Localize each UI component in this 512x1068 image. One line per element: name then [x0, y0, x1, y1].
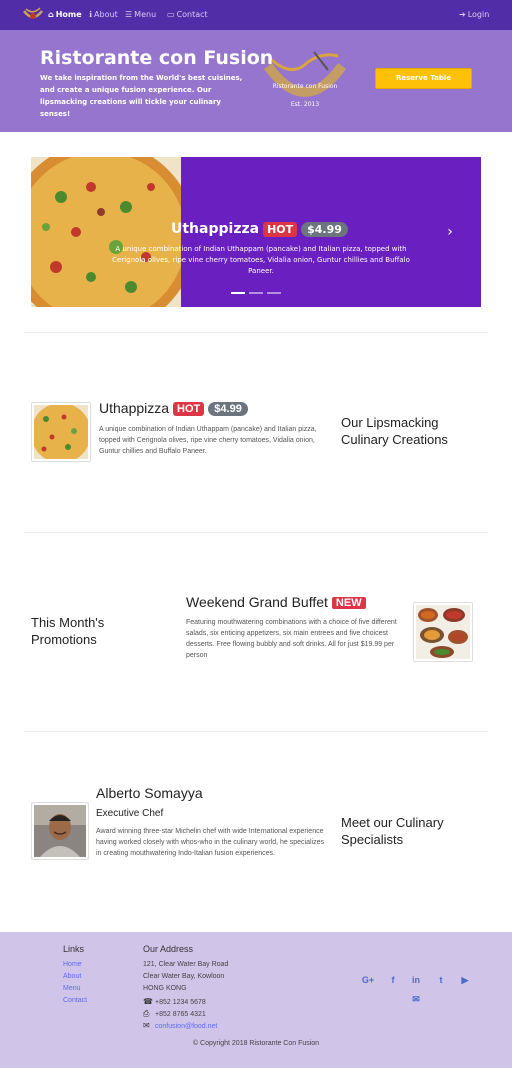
list-icon: ☰: [125, 10, 133, 19]
facebook-icon[interactable]: f: [386, 973, 400, 987]
dish-description: A unique combination of Indian Uthappam …: [99, 426, 317, 455]
sign-in-icon: ➔: [459, 10, 466, 19]
promotion-description: Featuring mouthwatering combinations wit…: [186, 619, 397, 659]
carousel-indicator-3[interactable]: [267, 292, 281, 294]
carousel-indicator-2[interactable]: [249, 292, 263, 294]
chef-description: Award winning three-star Michelin chef w…: [96, 828, 324, 857]
copyright: © Copyright 2018 Ristorante Con Fusion: [192, 1040, 320, 1047]
promotion-title: Weekend Grand Buffet NEW: [186, 594, 366, 610]
youtube-icon[interactable]: ▶: [458, 973, 472, 987]
page-title: Ristorante con Fusion: [40, 47, 274, 69]
restaurant-emblem: Ristorante con Fusion Est. 2013: [263, 51, 347, 108]
dish-title: Uthappizza HOT $4.99: [99, 400, 248, 417]
footer: Links Home About Menu Contact Our Addres…: [0, 932, 512, 1068]
chef-thumbnail: [31, 802, 89, 860]
carousel[interactable]: Uthappizza HOT $4.99 A unique combination …: [31, 157, 481, 307]
footer-email: ✉ confusion@food.net: [143, 1021, 217, 1030]
footer-link-menu[interactable]: Menu: [63, 985, 81, 992]
google-plus-icon[interactable]: G+: [361, 973, 375, 987]
chevron-right-icon[interactable]: ›: [443, 223, 457, 241]
buffet-thumbnail: [413, 602, 473, 662]
envelope-icon: ✉: [143, 1021, 150, 1030]
footer-address-heading: Our Address: [143, 944, 194, 954]
emblem-name: Ristorante con Fusion: [273, 83, 338, 90]
chef-name: Alberto Somayya: [96, 785, 203, 801]
promotions-heading: This Month's Promotions: [31, 615, 105, 647]
buffet-image: [416, 605, 470, 659]
new-badge: NEW: [331, 597, 366, 610]
linkedin-icon[interactable]: in: [409, 973, 423, 987]
footer-links-heading: Links: [63, 944, 85, 954]
footer-fax: ⎙ +852 8765 4321: [143, 1009, 206, 1018]
login-button[interactable]: ➔ Login: [459, 0, 489, 30]
jumbotron: Ristorante con Fusion We take inspiratio…: [0, 30, 512, 132]
chef-designation: Executive Chef: [96, 808, 164, 819]
uthappizza-image: [31, 157, 181, 307]
mail-icon[interactable]: ✉: [409, 992, 423, 1006]
emblem-est: Est. 2013: [291, 101, 320, 108]
price-badge: $4.99: [301, 221, 348, 237]
nav-menu[interactable]: ☰ Menu: [125, 0, 156, 30]
address-line-2: Clear Water Bay, Kowloon: [143, 973, 225, 980]
dish-hot-badge: HOT: [173, 402, 205, 417]
fax-icon: ⎙: [143, 1009, 150, 1018]
chef-avatar: [34, 805, 86, 857]
uthappizza-thumb-image: [32, 403, 90, 461]
navbar: ⌂ Home ℹ About ☰ Menu ▭ Contact ➔ Login: [0, 0, 512, 30]
nav-home[interactable]: ⌂ Home: [48, 0, 82, 30]
reserve-table-button[interactable]: Reserve Table: [375, 68, 472, 89]
phone-icon: ☎: [143, 997, 153, 1006]
email-link[interactable]: confusion@food.net: [155, 1023, 217, 1030]
carousel-indicator-1[interactable]: [231, 292, 245, 294]
dish-price-badge: $4.99: [208, 402, 248, 417]
footer-link-about[interactable]: About: [63, 973, 81, 980]
jumbotron-text: We take inspiration from the World's bes…: [40, 74, 243, 118]
footer-phone: ☎ +852 1234 5678: [143, 997, 206, 1006]
nav-contact[interactable]: ▭ Contact: [167, 0, 208, 30]
carousel-caption-title: Uthappizza HOT $4.99: [171, 221, 348, 237]
info-icon: ℹ: [89, 10, 93, 19]
divider: [24, 731, 488, 732]
footer-link-contact[interactable]: Contact: [63, 997, 87, 1004]
divider: [24, 532, 488, 533]
hot-badge: HOT: [263, 221, 298, 237]
creations-heading: Our Lipsmacking Culinary Creations: [341, 415, 448, 447]
footer-link-home[interactable]: Home: [63, 961, 82, 968]
twitter-icon[interactable]: t: [434, 973, 448, 987]
address-card-icon: ▭: [167, 10, 175, 19]
home-icon: ⌂: [48, 10, 54, 19]
divider: [24, 332, 488, 333]
address-line-3: HONG KONG: [143, 985, 187, 992]
address-line-1: 121, Clear Water Bay Road: [143, 961, 229, 968]
dish-thumbnail: [31, 402, 91, 462]
carousel-caption-text: A unique combination of Indian Uthappam …: [112, 245, 410, 275]
restaurant-logo-icon[interactable]: [22, 5, 44, 25]
nav-about[interactable]: ℹ About: [89, 0, 118, 30]
specialists-heading: Meet our Culinary Specialists: [341, 815, 444, 847]
